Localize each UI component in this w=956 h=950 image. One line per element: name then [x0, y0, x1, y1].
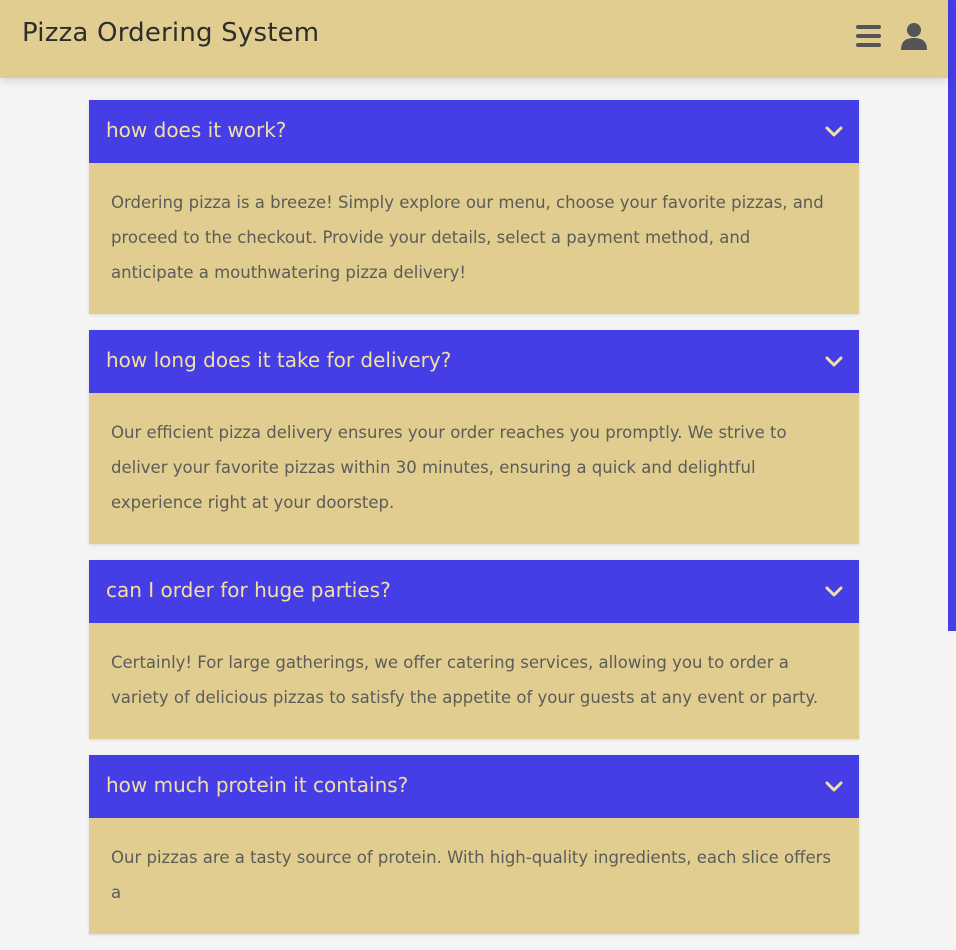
faq-item: can I order for huge parties? Certainly!… — [89, 560, 859, 739]
scrollbar-accent — [948, 0, 956, 631]
faq-answer: Certainly! For large gatherings, we offe… — [89, 623, 859, 739]
user-icon[interactable] — [900, 22, 928, 50]
faq-question-text: can I order for huge parties? — [106, 578, 391, 602]
faq-question-text: how does it work? — [106, 118, 287, 142]
faq-question-header[interactable]: can I order for huge parties? — [89, 560, 859, 623]
chevron-down-icon — [825, 586, 843, 597]
top-header: Pizza Ordering System — [0, 0, 948, 78]
faq-question-text: how long does it take for delivery? — [106, 348, 452, 372]
page-title: Pizza Ordering System — [22, 18, 320, 48]
hamburger-menu-icon[interactable] — [856, 25, 881, 47]
chevron-down-icon — [825, 126, 843, 137]
faq-question-text: how much protein it contains? — [106, 773, 409, 797]
faq-question-header[interactable]: how does it work? — [89, 100, 859, 163]
faq-item: how much protein it contains? Our pizzas… — [89, 755, 859, 934]
faq-answer: Our efficient pizza delivery ensures you… — [89, 393, 859, 544]
faq-answer: Our pizzas are a tasty source of protein… — [89, 818, 859, 934]
faq-question-header[interactable]: how long does it take for delivery? — [89, 330, 859, 393]
chevron-down-icon — [825, 356, 843, 367]
chevron-down-icon — [825, 781, 843, 792]
faq-list: how does it work? Ordering pizza is a br… — [89, 100, 859, 950]
faq-item: how long does it take for delivery? Our … — [89, 330, 859, 544]
faq-question-header[interactable]: how much protein it contains? — [89, 755, 859, 818]
faq-answer: Ordering pizza is a breeze! Simply explo… — [89, 163, 859, 314]
faq-item: how does it work? Ordering pizza is a br… — [89, 100, 859, 314]
